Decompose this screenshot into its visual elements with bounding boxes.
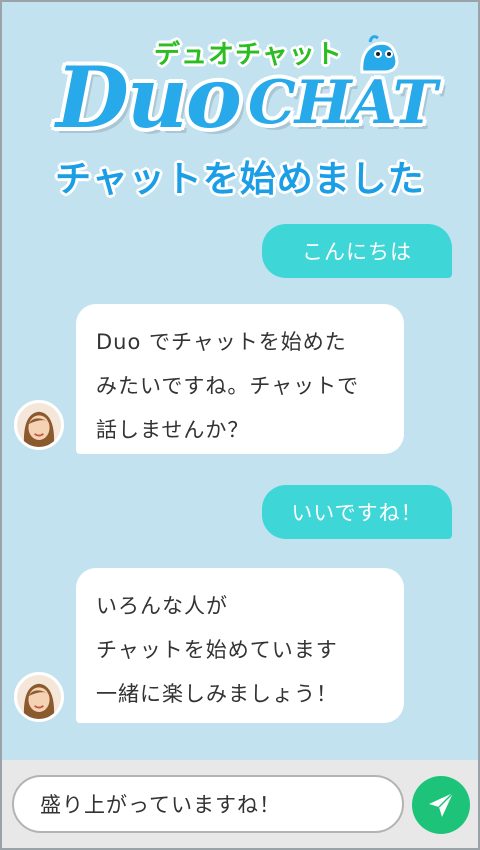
page-subtitle: チャットを始めました bbox=[55, 159, 425, 200]
message-line: Duo でチャットを始めた bbox=[96, 330, 347, 354]
message-line: いろんな人が bbox=[96, 594, 228, 618]
other-message-bubble: いろんな人が チャットを始めています 一緒に楽しみましょう！ bbox=[76, 568, 404, 723]
message-text: こんにちは bbox=[302, 240, 412, 264]
duochat-logo: デュオチャット Duo CHAT bbox=[56, 30, 437, 147]
woman-avatar-icon bbox=[17, 403, 61, 447]
my-message-bubble: いいですね！ bbox=[262, 485, 452, 539]
message-line: チャットを始めています bbox=[96, 638, 338, 662]
message-input[interactable]: 盛り上がっていますね！ bbox=[12, 775, 404, 833]
message-line: 話しませんか？ bbox=[96, 418, 250, 442]
message-line: 一緒に楽しみましょう！ bbox=[96, 682, 338, 706]
send-button[interactable] bbox=[412, 776, 470, 834]
my-message-bubble: こんにちは bbox=[262, 224, 452, 278]
message-input-value: 盛り上がっていますね！ bbox=[40, 793, 281, 817]
paper-plane-send-icon bbox=[429, 792, 454, 817]
avatar[interactable] bbox=[14, 672, 64, 722]
other-message-bubble: Duo でチャットを始めた みたいですね。チャットで 話しませんか？ bbox=[76, 304, 404, 454]
woman-avatar-icon bbox=[17, 675, 61, 719]
logo-word-duo: Duo bbox=[56, 48, 242, 147]
logo-word-chat: CHAT bbox=[247, 68, 437, 138]
blue-blob-mascot-icon bbox=[360, 35, 399, 74]
message-line: みたいですね。チャットで bbox=[96, 374, 360, 398]
message-text: いいですね！ bbox=[291, 501, 423, 525]
avatar[interactable] bbox=[14, 400, 64, 450]
message-composer: 盛り上がっていますね！ bbox=[2, 760, 478, 848]
